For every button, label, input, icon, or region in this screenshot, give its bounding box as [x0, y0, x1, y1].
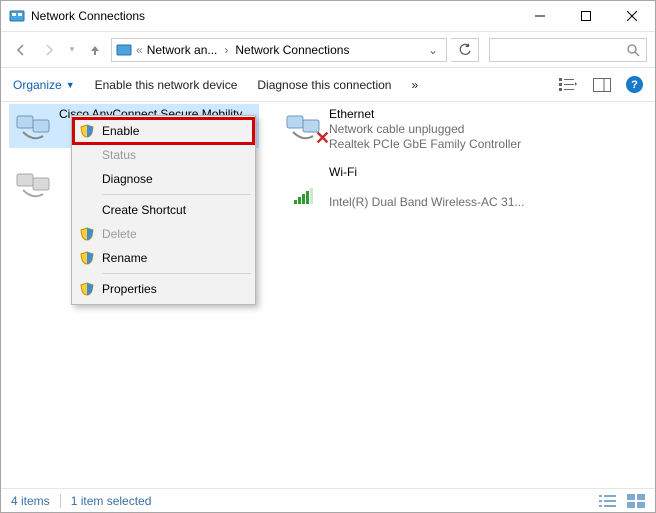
ctx-enable[interactable]: Enable: [74, 119, 253, 143]
titlebar: Network Connections: [1, 1, 655, 32]
details-view-button[interactable]: [599, 494, 617, 508]
forward-button[interactable]: [37, 38, 61, 62]
address-bar[interactable]: « Network an... › Network Connections ⌄: [111, 38, 447, 62]
ctx-separator: [102, 194, 251, 195]
ctx-label: Create Shortcut: [102, 203, 186, 217]
diagnose-connection-button[interactable]: Diagnose this connection: [257, 78, 391, 92]
ctx-properties[interactable]: Properties: [74, 277, 253, 301]
ctx-separator: [102, 273, 251, 274]
preview-pane-button[interactable]: [592, 75, 612, 95]
refresh-button[interactable]: [451, 38, 479, 62]
large-icons-view-button[interactable]: [627, 494, 645, 508]
organize-menu[interactable]: Organize▼: [13, 78, 75, 92]
shield-icon: [80, 251, 94, 265]
ctx-delete: Delete: [74, 222, 253, 246]
breadcrumb-root[interactable]: Network an...: [147, 43, 218, 57]
ctx-create-shortcut[interactable]: Create Shortcut: [74, 198, 253, 222]
status-count: 4 items: [11, 494, 50, 508]
status-selection: 1 item selected: [71, 494, 152, 508]
adapter-device: Intel(R) Dual Band Wireless-AC 31...: [329, 195, 524, 210]
back-button[interactable]: [9, 38, 33, 62]
adapter-disabled[interactable]: [9, 162, 69, 206]
up-button[interactable]: [83, 38, 107, 62]
adapter-ethernet[interactable]: ✕ Ethernet Network cable unplugged Realt…: [279, 104, 529, 154]
chevron-right-icon[interactable]: ›: [221, 43, 231, 57]
control-panel-icon: [9, 8, 25, 24]
close-button[interactable]: [609, 1, 655, 31]
command-bar: Organize▼ Enable this network device Dia…: [1, 68, 655, 102]
unplugged-icon: ✕: [315, 128, 330, 149]
wifi-signal-icon: [283, 164, 323, 204]
ctx-label: Status: [102, 148, 136, 162]
ctx-label: Rename: [102, 251, 147, 265]
maximize-button[interactable]: [563, 1, 609, 31]
ctx-status: Status: [74, 143, 253, 167]
ctx-diagnose[interactable]: Diagnose: [74, 167, 253, 191]
adapter-name: Ethernet: [329, 106, 521, 122]
navigation-toolbar: ▾ « Network an... › Network Connections …: [1, 32, 655, 68]
status-bar: 4 items 1 item selected: [1, 488, 655, 512]
context-menu: Enable Status Diagnose Create Shortcut D…: [71, 115, 256, 305]
address-dropdown[interactable]: ⌄: [424, 43, 442, 57]
adapter-wifi[interactable]: Wi-Fi Intel(R) Dual Band Wireless-AC 31.…: [279, 162, 529, 212]
adapter-name: Wi-Fi: [329, 164, 524, 180]
view-layout-button[interactable]: [558, 75, 578, 95]
organize-label: Organize: [13, 78, 62, 92]
ctx-rename[interactable]: Rename: [74, 246, 253, 270]
window-title: Network Connections: [31, 9, 517, 23]
enable-device-button[interactable]: Enable this network device: [95, 78, 238, 92]
shield-icon: [80, 282, 94, 296]
breadcrumb-leaf[interactable]: Network Connections: [235, 43, 349, 57]
adapter-icon: [13, 164, 53, 204]
ctx-label: Enable: [102, 124, 139, 138]
ctx-label: Diagnose: [102, 172, 153, 186]
more-commands-button[interactable]: »: [411, 78, 418, 92]
recent-dropdown[interactable]: ▾: [65, 38, 79, 62]
adapter-device: Realtek PCIe GbE Family Controller: [329, 137, 521, 152]
ctx-label: Delete: [102, 227, 137, 241]
search-icon: [626, 43, 640, 57]
search-box[interactable]: [489, 38, 647, 62]
help-button[interactable]: ?: [626, 76, 643, 93]
adapter-status: Network cable unplugged: [329, 122, 521, 137]
shield-icon: [80, 227, 94, 241]
shield-icon: [80, 124, 94, 138]
ctx-label: Properties: [102, 282, 157, 296]
adapter-icon: [13, 106, 53, 146]
minimize-button[interactable]: [517, 1, 563, 31]
location-icon: [116, 42, 132, 58]
